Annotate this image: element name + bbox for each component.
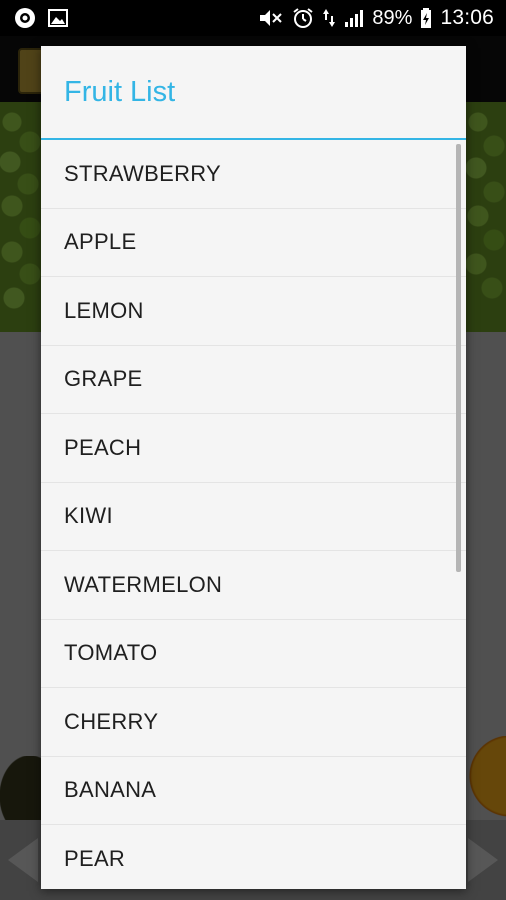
list-item-pear[interactable]: PEAR — [41, 825, 466, 889]
image-icon — [48, 8, 68, 28]
signal-icon — [344, 8, 364, 28]
alarm-icon — [292, 7, 314, 29]
list-item-kiwi[interactable]: KIWI — [41, 483, 466, 551]
data-transfer-icon — [322, 7, 336, 29]
battery-icon — [420, 7, 432, 29]
fruit-list: STRAWBERRY APPLE LEMON GRAPE PEACH KIWI … — [41, 140, 466, 889]
list-item-watermelon[interactable]: WATERMELON — [41, 551, 466, 620]
mute-icon — [258, 8, 284, 28]
status-bar: 89% 13:06 — [0, 0, 506, 36]
clock: 13:06 — [440, 6, 494, 29]
list-item-banana[interactable]: BANANA — [41, 757, 466, 825]
list-item-cherry[interactable]: CHERRY — [41, 688, 466, 757]
notification-circle-icon — [14, 7, 36, 29]
list-item-tomato[interactable]: TOMATO — [41, 620, 466, 688]
list-item-apple[interactable]: APPLE — [41, 209, 466, 277]
list-item-peach[interactable]: PEACH — [41, 414, 466, 483]
battery-percent: 89% — [372, 6, 413, 29]
list-item-strawberry[interactable]: STRAWBERRY — [41, 140, 466, 209]
list-item-lemon[interactable]: LEMON — [41, 277, 466, 346]
list-item-grape[interactable]: GRAPE — [41, 346, 466, 414]
dialog-title: Fruit List — [64, 75, 176, 108]
list-scrollbar[interactable] — [456, 144, 461, 572]
fruit-list-dialog: Fruit List STRAWBERRY APPLE LEMON GRAPE … — [41, 46, 466, 889]
